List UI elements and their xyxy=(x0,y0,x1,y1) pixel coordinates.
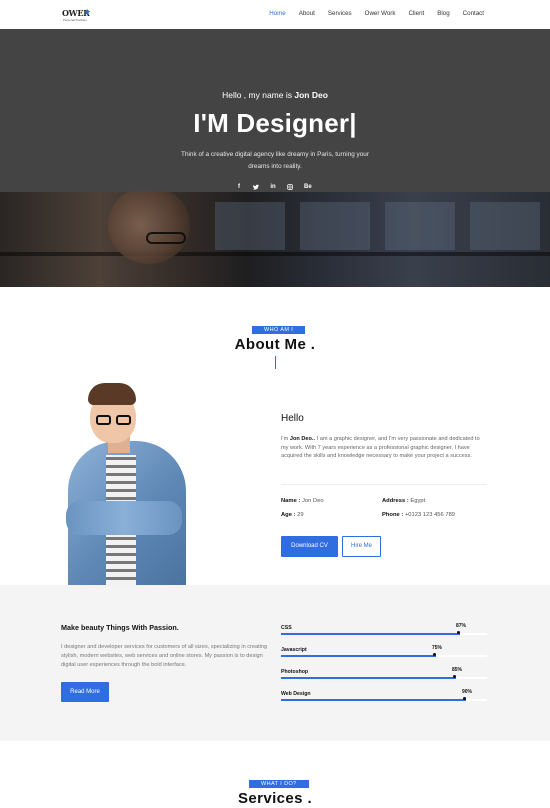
skill-bar-track xyxy=(281,675,487,679)
about-tag: WHO AM I xyxy=(251,326,306,334)
about-divider xyxy=(281,484,487,485)
skill-percent: 75% xyxy=(432,645,443,651)
skill-percent: 85% xyxy=(452,667,463,673)
skill-marker xyxy=(453,675,456,678)
skill-name: CSS xyxy=(281,625,292,631)
about-text: I'm Jon Deo.. I am a graphic designer, a… xyxy=(281,435,486,461)
instagram-icon[interactable] xyxy=(287,184,293,192)
name-value: Jon Deo xyxy=(301,498,324,504)
age-label: Age : xyxy=(281,512,296,518)
navbar: OWER ★ Personal Portfolio Home About Ser… xyxy=(0,0,550,29)
skill-name: Web Design xyxy=(281,691,311,697)
services-tag: WHAT I DO? xyxy=(249,780,309,788)
skill-bar-track xyxy=(281,631,487,635)
info-phone: Phone : +0123 123 456 789 xyxy=(382,512,455,518)
profile-photo xyxy=(60,383,186,585)
hire-me-button[interactable]: Hire Me xyxy=(342,536,381,557)
about-title: About Me . xyxy=(234,336,316,353)
skill-name: Photoshop xyxy=(281,669,309,675)
hero-title: I'M Designer| xyxy=(193,108,357,138)
nav-menu: Home About Services Ower Work Client Blo… xyxy=(269,10,484,17)
info-name: Name : Jon Deo xyxy=(281,498,324,504)
behance-icon[interactable]: Be xyxy=(304,184,312,192)
address-value: Egypt xyxy=(410,498,426,504)
nav-link-blog[interactable]: Blog xyxy=(437,10,449,17)
about-hello: Hello xyxy=(281,413,304,424)
name-label: Name : xyxy=(281,498,301,504)
logo[interactable]: OWER ★ Personal Portfolio xyxy=(62,7,94,23)
nav-link-services[interactable]: Services xyxy=(328,10,352,17)
skill-bar-fill xyxy=(281,699,466,701)
nav-link-about[interactable]: About xyxy=(299,10,315,17)
age-value: 29 xyxy=(297,512,304,518)
skill-marker xyxy=(433,653,436,656)
skill-bar-track xyxy=(281,697,487,701)
hero-greeting: Hello , my name is Jon Deo xyxy=(0,90,550,100)
skill-bar-fill xyxy=(281,655,436,657)
title-divider xyxy=(275,356,276,369)
hero-section: Hello , my name is Jon Deo I'M Designer|… xyxy=(0,29,550,287)
skill-percent: 87% xyxy=(456,623,467,629)
greeting-text: Hello , my name is xyxy=(222,90,292,100)
nav-link-client[interactable]: Client xyxy=(408,10,424,17)
star-icon: ★ xyxy=(83,7,92,17)
skill-marker xyxy=(457,631,460,634)
skill-marker xyxy=(463,697,466,700)
download-cv-button[interactable]: Download CV xyxy=(281,536,338,557)
facebook-icon[interactable]: f xyxy=(236,184,242,192)
skill-bar-fill xyxy=(281,633,460,635)
logo-subtitle: Personal Portfolio xyxy=(63,18,87,22)
phone-label: Phone : xyxy=(382,512,404,518)
read-more-button[interactable]: Read More xyxy=(61,682,109,702)
phone-value: +0123 123 456 789 xyxy=(404,512,456,518)
skills-text: I designer and developer services for cu… xyxy=(61,644,268,668)
nav-link-home[interactable]: Home xyxy=(269,10,286,17)
skills-title: Make beauty Things With Passion. xyxy=(61,623,179,632)
nav-link-contact[interactable]: Contact xyxy=(463,10,484,17)
hero-description: Think of a creative digital agency like … xyxy=(181,151,369,170)
linkedin-icon[interactable]: in xyxy=(270,184,276,192)
skill-name: Javascript xyxy=(281,647,307,653)
address-label: Address : xyxy=(382,498,409,504)
services-title: Services . xyxy=(237,790,313,807)
hero-name: Jon Deo xyxy=(294,90,328,100)
skill-bar-track xyxy=(281,653,487,657)
hero-background-photo xyxy=(0,186,550,287)
intro-name: Jon Deo.. xyxy=(289,436,316,442)
skill-bar-fill xyxy=(281,677,456,679)
intro-prefix: I'm xyxy=(281,436,289,442)
social-links: f in Be xyxy=(236,184,312,192)
skill-percent: 90% xyxy=(462,689,473,695)
nav-link-work[interactable]: Ower Work xyxy=(365,10,396,17)
info-address: Address : Egypt xyxy=(382,498,425,504)
info-age: Age : 29 xyxy=(281,512,304,518)
twitter-icon[interactable] xyxy=(253,184,259,192)
